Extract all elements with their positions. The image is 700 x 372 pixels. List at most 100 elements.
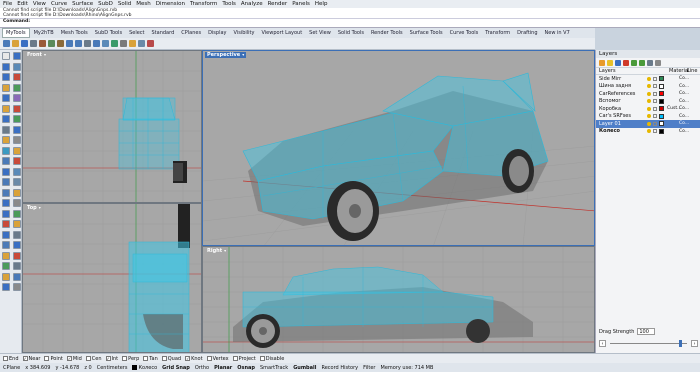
osnap-near[interactable]: ✓ Near [22, 356, 40, 362]
menu-item-transform[interactable]: Transform [190, 1, 217, 7]
trim-icon[interactable] [12, 115, 21, 123]
tab-transform[interactable]: Transform [482, 29, 513, 37]
sphere-icon[interactable] [12, 178, 21, 186]
lock-icon[interactable] [653, 121, 657, 126]
move-icon[interactable] [2, 209, 10, 218]
lock-icon[interactable] [653, 91, 657, 96]
osnap-project[interactable]: Project [232, 356, 256, 362]
layer-name[interactable]: CarReferences [599, 91, 647, 97]
layer-name[interactable]: Коробка [599, 106, 647, 112]
gumball-toggle[interactable]: Gumball [293, 365, 316, 371]
box-icon[interactable] [2, 178, 10, 186]
viewport-label-perspective[interactable]: Perspective ▾ [205, 52, 247, 58]
tab-cplanes[interactable]: CPlanes [178, 29, 204, 37]
layer-color-swatch[interactable] [659, 76, 664, 82]
pan-icon[interactable] [84, 40, 91, 47]
layer-name[interactable]: Колесо [599, 128, 647, 134]
analyze-icon[interactable] [12, 251, 21, 260]
save-icon[interactable] [21, 40, 28, 47]
layer-color-swatch[interactable] [659, 128, 664, 134]
tab-standard[interactable]: Standard [149, 29, 178, 37]
osnap-point[interactable]: Point [44, 356, 63, 362]
layer-linetype[interactable]: Co... [679, 129, 689, 134]
mesh-icon[interactable] [12, 199, 21, 207]
osnap-cen[interactable]: Cen [85, 356, 102, 362]
drag-strength-input[interactable]: 100 [637, 328, 656, 335]
layer-name[interactable]: Car's SRFses [599, 113, 647, 119]
move-down-icon[interactable] [639, 59, 645, 66]
layer-row[interactable]: Side Mirr Co... [596, 75, 700, 83]
explode-icon[interactable] [2, 136, 10, 144]
new-layer-icon[interactable] [599, 59, 605, 66]
osnap-disable[interactable]: Disable [259, 356, 284, 362]
layer-linetype[interactable]: Co... [679, 91, 689, 96]
layer-row[interactable]: CarReferences Co... [596, 90, 700, 98]
move-up-icon[interactable] [631, 59, 637, 66]
redo-icon[interactable] [75, 40, 82, 47]
rotate-view-icon[interactable] [93, 40, 100, 47]
menu-item-solid[interactable]: Solid [118, 1, 131, 7]
checkbox[interactable] [143, 356, 149, 361]
viewport-label-front[interactable]: Front ▾ [25, 52, 48, 58]
tab-display[interactable]: Display [205, 29, 229, 37]
layer-linetype[interactable]: Co... [679, 114, 689, 119]
menu-item-help[interactable]: Help [315, 1, 328, 7]
layer-icon[interactable] [615, 59, 621, 66]
ellipse-icon[interactable] [2, 83, 10, 92]
join-icon[interactable] [12, 125, 21, 134]
lock-icon[interactable] [653, 84, 657, 89]
tab-viewport-layout[interactable]: Viewport Layout [258, 29, 305, 37]
layer-linetype[interactable]: Co... [679, 121, 689, 126]
point-icon[interactable] [12, 52, 21, 60]
command-prompt[interactable]: Command: [0, 18, 700, 24]
drag-strength-slider[interactable] [610, 340, 687, 347]
menu-item-surface[interactable]: Surface [72, 1, 93, 7]
layer-material[interactable]: Cust... [667, 106, 681, 111]
curve-icon[interactable] [12, 62, 21, 71]
checkbox[interactable]: ✓ [185, 356, 191, 361]
tab-select[interactable]: Select [126, 29, 147, 37]
checkbox[interactable]: ✓ [22, 356, 28, 361]
dimension-icon[interactable] [2, 241, 10, 249]
copy-icon[interactable] [48, 40, 55, 47]
rotate-icon[interactable] [2, 220, 10, 228]
osnap-toggle[interactable]: Osnap [237, 365, 255, 371]
lock-icon[interactable] [653, 106, 657, 111]
osnap-end[interactable]: End [3, 356, 19, 362]
visibility-bulb-icon[interactable] [647, 129, 651, 134]
select-icon[interactable] [2, 52, 10, 60]
tab-visibility[interactable]: Visibility [231, 29, 258, 37]
current-layer[interactable]: Колесо [132, 364, 157, 371]
tab-mytools[interactable]: MyTools [2, 28, 30, 38]
properties-icon[interactable] [138, 40, 145, 47]
paste-icon[interactable] [57, 40, 64, 47]
tab-surface-tools[interactable]: Surface Tools [407, 29, 446, 37]
lock-icon[interactable] [653, 114, 657, 119]
grid-snap-toggle[interactable]: Grid Snap [162, 365, 190, 371]
layer-icon[interactable] [129, 40, 136, 47]
viewport-label-top[interactable]: Top ▾ [25, 205, 43, 211]
properties-icon[interactable] [12, 272, 21, 281]
tab-solid-tools[interactable]: Solid Tools [335, 29, 367, 37]
filter-icon[interactable] [647, 59, 653, 66]
layer-row[interactable]: Вспомог Co... [596, 98, 700, 106]
layer-color-swatch[interactable] [659, 113, 664, 119]
new-file-icon[interactable] [3, 40, 10, 47]
layer-row[interactable]: Шина задня Co... [596, 83, 700, 91]
checkbox[interactable] [232, 356, 238, 361]
circle-icon[interactable] [2, 73, 10, 81]
visibility-bulb-icon[interactable] [647, 84, 651, 89]
tab-render-tools[interactable]: Render Tools [368, 29, 406, 37]
cplane-label[interactable]: CPlane [3, 365, 20, 371]
array-icon[interactable] [12, 230, 21, 239]
smarttrack-toggle[interactable]: SmartTrack [260, 365, 288, 371]
settings-icon[interactable] [655, 59, 661, 66]
layer-row[interactable]: Колесо Co... [596, 128, 700, 136]
fillet-icon[interactable] [12, 104, 21, 113]
planar-toggle[interactable]: Planar [214, 365, 232, 371]
layer-row[interactable]: Car's SRFses Co... [596, 113, 700, 121]
menu-item-view[interactable]: View [33, 1, 46, 7]
viewport-top[interactable]: Top ▾ [22, 203, 202, 353]
layer-color-swatch[interactable] [659, 121, 664, 127]
zoom-icon[interactable] [2, 283, 10, 291]
